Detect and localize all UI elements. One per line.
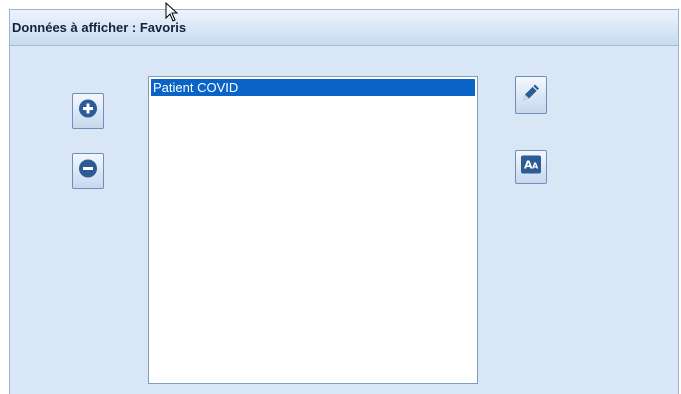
plus-circle-icon [78, 99, 98, 124]
font-size-icon: A A [521, 155, 541, 179]
minus-circle-icon [78, 159, 98, 184]
edit-button[interactable] [515, 76, 547, 114]
list-item[interactable]: Patient COVID [151, 79, 475, 96]
favorites-panel: Données à afficher : Favoris Patient COV… [9, 9, 679, 394]
favorites-list[interactable]: Patient COVID [148, 76, 478, 384]
font-size-button[interactable]: A A [515, 150, 547, 184]
svg-text:A: A [532, 162, 539, 171]
add-button[interactable] [72, 93, 104, 129]
list-item-label: Patient COVID [153, 80, 239, 95]
panel-header: Données à afficher : Favoris [10, 10, 678, 46]
panel-body: Patient COVID A A [10, 46, 678, 394]
panel-title: Données à afficher : Favoris [12, 20, 187, 35]
pencil-icon [520, 82, 542, 109]
remove-button[interactable] [72, 153, 104, 189]
mouse-pointer-icon [165, 1, 179, 27]
